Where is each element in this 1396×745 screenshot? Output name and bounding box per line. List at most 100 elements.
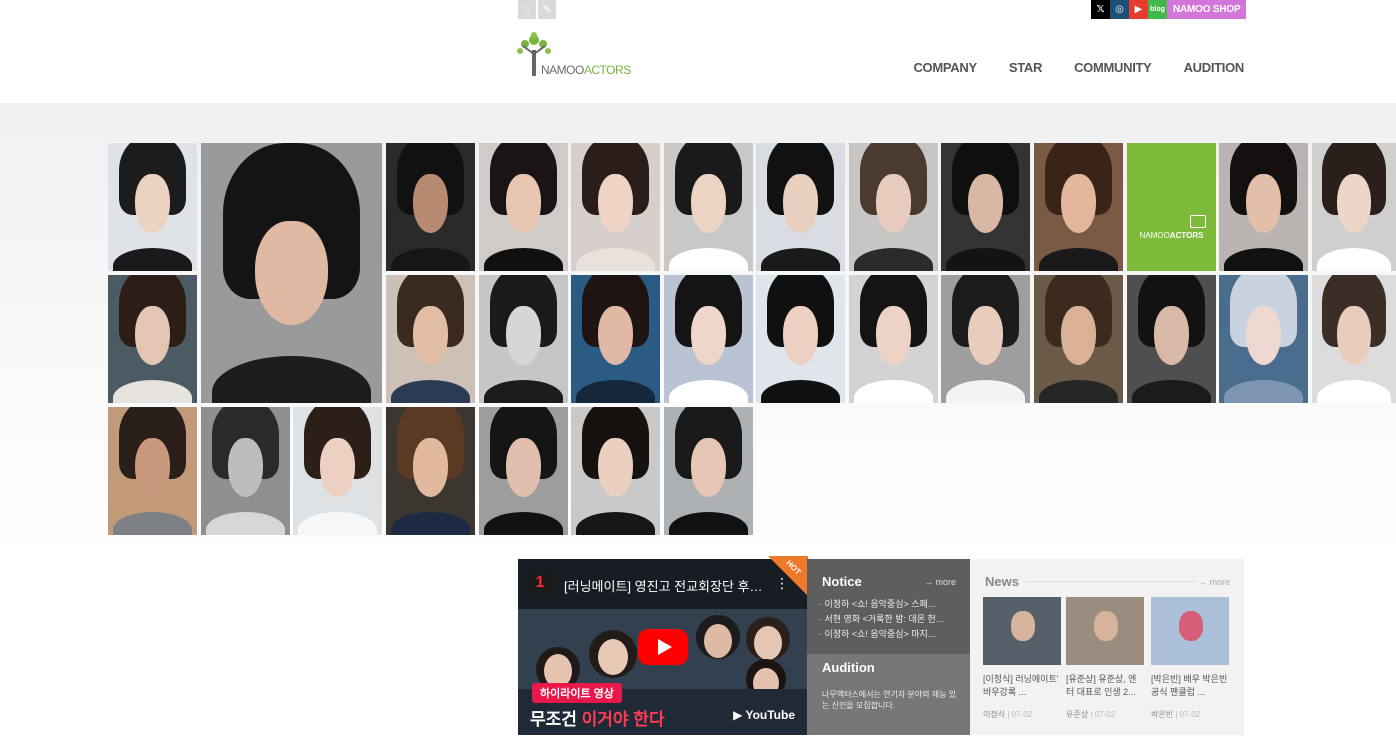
news-thumbnail[interactable]	[983, 597, 1061, 665]
actor-photo[interactable]	[664, 143, 753, 271]
photo-face	[1153, 305, 1190, 365]
actor-photo[interactable]	[479, 143, 568, 271]
news-divider	[1026, 581, 1196, 582]
notice-item[interactable]: · 이정하 <쇼! 음악중심> 스페...	[819, 597, 943, 612]
nav-star[interactable]: STAR	[1009, 60, 1043, 75]
actor-photo[interactable]	[571, 275, 660, 403]
news-item-title[interactable]: [박은빈] 배우 박은빈 공식 팬클럽 ...	[1151, 673, 1229, 701]
blog-icon[interactable]: blog	[1148, 0, 1167, 19]
photo-face	[1060, 305, 1097, 365]
home-icon[interactable]: ⌂	[518, 0, 536, 19]
actor-photo[interactable]	[108, 275, 197, 403]
news-date: 07-02	[1011, 710, 1033, 719]
actor-photo[interactable]	[664, 407, 753, 535]
meta-divider: |	[1175, 710, 1178, 719]
nav-community[interactable]: COMMUNITY	[1074, 60, 1152, 75]
actor-photo[interactable]	[386, 143, 475, 271]
actor-photo[interactable]	[1034, 275, 1123, 403]
actor-photo[interactable]	[571, 407, 660, 535]
actor-photo[interactable]	[849, 275, 938, 403]
highlight-badge: 하이라이트 영상	[532, 683, 622, 703]
audition-panel[interactable]: Audition 나무엑터스에서는 연기자 분야의 재능 있는 신인을 모집합니…	[807, 654, 970, 735]
actor-photo[interactable]	[849, 143, 938, 271]
actor-photo[interactable]	[756, 143, 845, 271]
chat-icon	[1190, 215, 1206, 228]
actor-photo[interactable]	[108, 143, 197, 271]
audition-title[interactable]: Audition	[822, 660, 875, 675]
news-item[interactable]: [이정식] 러닝메이트' 바우강록 ... 이정식 | 07-02	[983, 597, 1061, 720]
news-item[interactable]: [유준상] 유준상, 엔터 대표로 인생 2... 유준상 | 07-02	[1066, 597, 1144, 720]
photo-face	[1337, 305, 1371, 365]
news-thumbnail[interactable]	[1151, 597, 1229, 665]
news-date: 07-02	[1179, 710, 1201, 719]
youtube-logo[interactable]: ▶ YouTube	[733, 708, 795, 722]
namoo-shop-button[interactable]: NAMOO SHOP	[1167, 0, 1247, 19]
photo-face	[782, 173, 819, 233]
actor-photo[interactable]	[201, 143, 382, 403]
actor-photo[interactable]	[293, 407, 382, 535]
photo-face	[505, 305, 542, 365]
photo-face	[597, 437, 634, 497]
photo-face	[967, 305, 1004, 365]
actor-photo[interactable]	[756, 275, 845, 403]
notice-item[interactable]: · 이정하 <쇼! 음악중심> 마지...	[819, 627, 943, 642]
news-title[interactable]: News	[985, 574, 1019, 589]
video-title[interactable]: [러닝메이트] 영진고 전교회장단 후…	[564, 576, 763, 595]
actor-photo[interactable]	[1219, 275, 1308, 403]
photo-face	[505, 173, 542, 233]
news-item-meta: 유준상 | 07-02	[1066, 709, 1144, 720]
site-logo[interactable]: NAMOOACTORS	[513, 32, 653, 80]
photo-face	[134, 173, 171, 233]
photo-face	[505, 437, 542, 497]
news-item-title[interactable]: [이정식] 러닝메이트' 바우강록 ...	[983, 673, 1061, 701]
instagram-icon[interactable]: ◎	[1110, 0, 1129, 19]
photo-face	[690, 173, 727, 233]
x-icon[interactable]: 𝕏	[1091, 0, 1110, 19]
photo-face	[1245, 305, 1282, 365]
news-author: 유준상	[1066, 710, 1089, 719]
notice-more-link[interactable]: → more	[924, 577, 956, 587]
news-item[interactable]: [박은빈] 배우 박은빈 공식 팬클럽 ... 박은빈 | 07-02	[1151, 597, 1229, 720]
site-header: ⌂ ✎ 𝕏 ◎ ▶ blog NAMOO SHOP NAMOOACTORS CO…	[0, 0, 1396, 103]
nav-audition[interactable]: AUDITION	[1184, 60, 1245, 75]
actor-photo[interactable]	[571, 143, 660, 271]
channel-avatar[interactable]: 1	[526, 569, 554, 597]
photo-face	[319, 437, 356, 497]
news-more-link[interactable]: → more	[1198, 577, 1230, 587]
nav-company[interactable]: COMPANY	[913, 60, 977, 75]
actor-photo[interactable]	[386, 275, 475, 403]
play-button[interactable]	[638, 629, 688, 665]
actor-photo[interactable]	[941, 143, 1030, 271]
news-thumbnail[interactable]	[1066, 597, 1144, 665]
actor-photo[interactable]	[1312, 143, 1396, 271]
youtube-icon[interactable]: ▶	[1129, 0, 1148, 19]
actor-photo[interactable]	[201, 407, 290, 535]
actor-photo[interactable]	[1034, 143, 1123, 271]
youtube-video-player[interactable]: 1 [러닝메이트] 영진고 전교회장단 후… ⋮ 하이라이트 영상 무조건 이거…	[518, 559, 807, 735]
video-caption: 무조건 이거야 한다	[530, 710, 665, 729]
actor-photo[interactable]	[386, 407, 475, 535]
notice-item[interactable]: · 서현 영화 <거룩한 밤: 데몬 헌...	[819, 612, 943, 627]
actor-photo[interactable]	[941, 275, 1030, 403]
youtube-play-icon: ▶	[733, 708, 743, 722]
namoo-brand-tile[interactable]: NAMOOACTORS	[1127, 143, 1216, 271]
news-author: 이정식	[983, 710, 1006, 719]
photo-face	[875, 305, 912, 365]
photo-face	[134, 437, 171, 497]
thumbnail-subject	[1179, 611, 1203, 641]
photo-face	[875, 173, 912, 233]
audition-description: 나무엑터스에서는 연기자 분야의 재능 있는 신인을 모집합니다.	[822, 690, 957, 710]
actor-photo[interactable]	[108, 407, 197, 535]
actor-photo[interactable]	[1312, 275, 1396, 403]
news-author: 박은빈	[1151, 710, 1174, 719]
notice-title[interactable]: Notice	[822, 574, 862, 589]
actor-photo[interactable]	[479, 407, 568, 535]
pencil-icon[interactable]: ✎	[538, 0, 556, 19]
actor-photo[interactable]	[664, 275, 753, 403]
news-panel: News → more [이정식] 러닝메이트' 바우강록 ... 이정식 | …	[970, 559, 1244, 735]
actor-photo[interactable]	[479, 275, 568, 403]
actor-photo[interactable]	[1219, 143, 1308, 271]
actor-photo[interactable]	[1127, 275, 1216, 403]
news-item-title[interactable]: [유준상] 유준상, 엔터 대표로 인생 2...	[1066, 673, 1144, 701]
photo-face	[1060, 173, 1097, 233]
